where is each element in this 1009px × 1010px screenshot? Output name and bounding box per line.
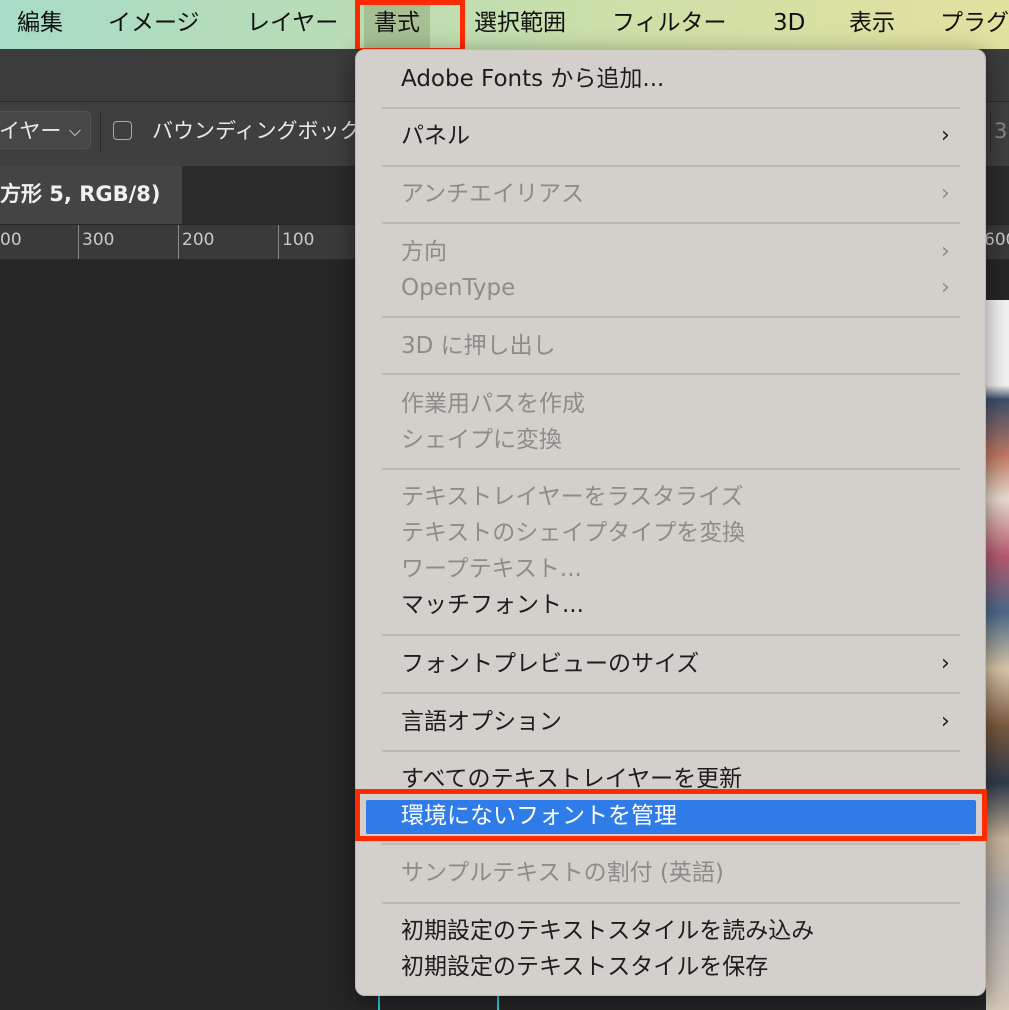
canvas-image — [986, 300, 1009, 1010]
menu-bar: 編集 イメージ レイヤー 書式 選択範囲 フィルター 3D 表示 プラグ — [0, 0, 1009, 49]
menu-image[interactable]: イメージ — [108, 0, 200, 49]
submenu-arrow-icon: › — [941, 239, 950, 264]
bounding-box-checkbox[interactable] — [113, 121, 132, 140]
menu-item-direction[interactable]: 方向 — [401, 237, 447, 267]
menu-layer[interactable]: レイヤー — [247, 0, 338, 49]
menu-annotation-box — [355, 0, 465, 53]
chevron-down-icon: ⌵ — [68, 121, 81, 140]
menu-separator — [382, 902, 960, 904]
menu-filter[interactable]: フィルター — [612, 0, 727, 49]
ruler-label: 200 — [182, 230, 215, 250]
menu-separator — [382, 107, 960, 109]
submenu-arrow-icon: › — [941, 275, 950, 300]
item-annotation-box — [355, 789, 987, 841]
submenu-arrow-icon: › — [941, 123, 950, 148]
menu-3d[interactable]: 3D — [773, 0, 805, 49]
menu-item-match-font[interactable]: マッチフォント... — [401, 590, 584, 620]
ruler-label: 100 — [282, 230, 315, 250]
bounding-box-label: バウンディングボック — [152, 119, 361, 143]
menu-item-sample-text[interactable]: サンプルテキストの割付 (英語) — [401, 858, 724, 888]
menu-item-language-options[interactable]: 言語オプション — [401, 707, 562, 737]
menu-item-load-default-styles[interactable]: 初期設定のテキストスタイルを読み込み — [401, 916, 814, 946]
menu-item-convert-shape-type[interactable]: テキストのシェイプタイプを変換 — [401, 518, 745, 548]
menu-item-convert-to-shape[interactable]: シェイプに変換 — [401, 425, 562, 455]
ruler-tick — [78, 225, 79, 259]
menu-item-font-preview-size[interactable]: フォントプレビューのサイズ — [401, 649, 699, 679]
type-menu-dropdown: Adobe Fonts から追加... パネル › アンチエイリアス › 方向 … — [355, 49, 986, 996]
layer-select-value: イヤー — [0, 119, 62, 143]
menu-separator — [382, 692, 960, 694]
menu-item-opentype[interactable]: OpenType — [401, 273, 515, 303]
menu-item-save-default-styles[interactable]: 初期設定のテキストスタイルを保存 — [401, 952, 768, 982]
menu-separator — [382, 165, 960, 167]
menu-separator — [382, 222, 960, 224]
menu-separator — [382, 316, 960, 318]
options-right-value: 3 — [994, 119, 1008, 143]
menu-item-antialias[interactable]: アンチエイリアス — [401, 179, 584, 209]
menu-select[interactable]: 選択範囲 — [474, 0, 566, 49]
submenu-arrow-icon: › — [941, 651, 950, 676]
menu-edit[interactable]: 編集 — [17, 0, 63, 49]
ruler-label: 00 — [0, 230, 22, 250]
menu-separator — [382, 373, 960, 375]
menu-item-rasterize[interactable]: テキストレイヤーをラスタライズ — [401, 482, 743, 512]
document-tab[interactable]: 方形 5, RGB/8) — [0, 166, 182, 224]
menu-plugins[interactable]: プラグ — [940, 0, 1009, 49]
menu-separator — [382, 750, 960, 752]
menu-item-extrude-3d[interactable]: 3D に押し出し — [401, 331, 556, 361]
menu-item-adobe-fonts[interactable]: Adobe Fonts から追加... — [401, 64, 664, 94]
ruler-tick — [278, 225, 279, 259]
menu-item-warp-text[interactable]: ワープテキスト... — [401, 554, 582, 584]
menu-separator — [382, 468, 960, 470]
options-divider-right — [990, 112, 991, 152]
ruler-label: 300 — [82, 230, 115, 250]
layer-select[interactable]: イヤー ⌵ — [0, 111, 91, 149]
menu-item-panel[interactable]: パネル — [401, 121, 470, 151]
options-divider — [100, 112, 101, 152]
ruler-label: 600 — [984, 230, 1009, 250]
menu-separator — [382, 843, 960, 845]
menu-view[interactable]: 表示 — [849, 0, 895, 49]
submenu-arrow-icon: › — [941, 181, 950, 206]
ruler-tick — [178, 225, 179, 259]
menu-item-create-workpath[interactable]: 作業用パスを作成 — [401, 389, 585, 419]
menu-separator — [382, 634, 960, 636]
submenu-arrow-icon: › — [941, 709, 950, 734]
